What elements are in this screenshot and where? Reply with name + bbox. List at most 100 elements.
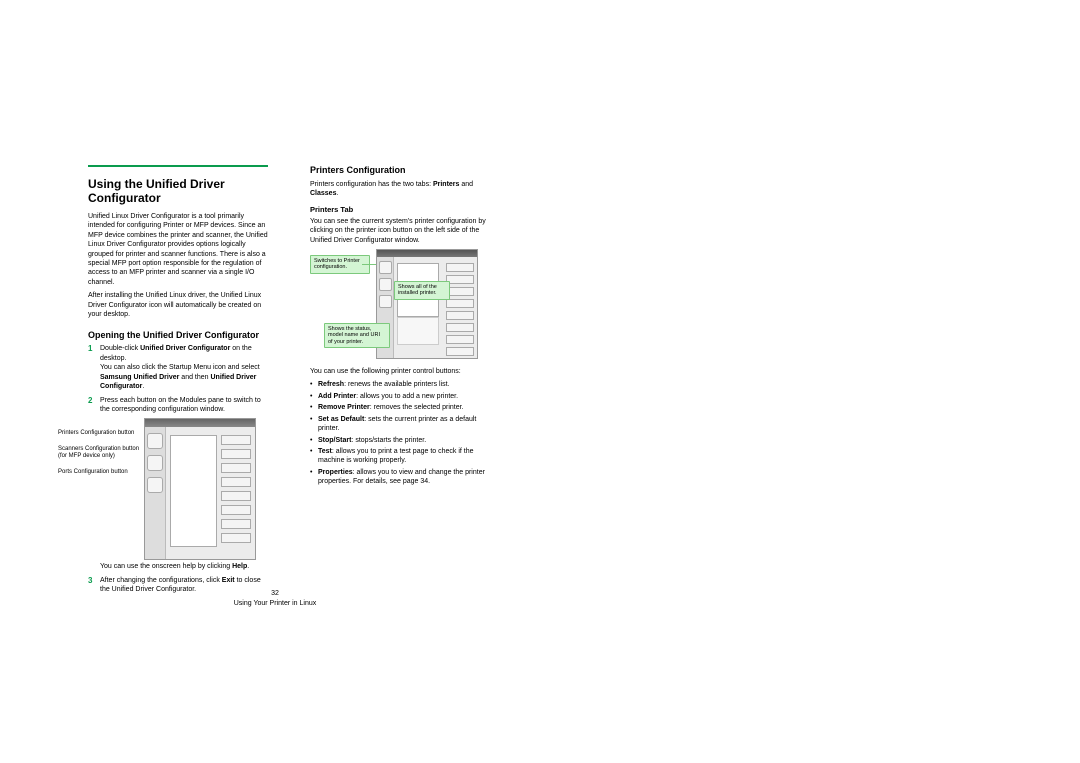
text: . — [142, 383, 144, 390]
mock-button — [221, 463, 251, 473]
text-bold: Add Printer — [318, 393, 356, 400]
text: . — [247, 563, 249, 570]
mock-button — [446, 323, 474, 332]
page: Using the Unified Driver Configurator Un… — [0, 0, 1080, 763]
window-body — [377, 257, 477, 358]
text-bold: Samsung Unified Driver — [100, 374, 179, 381]
text: and — [459, 181, 473, 188]
step-number: 2 — [88, 396, 100, 415]
text-bold: Remove Printer — [318, 404, 370, 411]
intro-para-1: Unified Linux Driver Configurator is a t… — [88, 212, 268, 288]
modules-sidebar — [145, 427, 166, 559]
printer-icon — [379, 261, 392, 274]
mock-button — [446, 287, 474, 296]
text-bold: Refresh — [318, 381, 344, 388]
text: After changing the configurations, click — [100, 577, 222, 584]
text-bold: Set as Default — [318, 416, 364, 423]
list-item: Add Printer: allows you to add a new pri… — [310, 392, 490, 401]
mock-button — [446, 263, 474, 272]
text: You can also click the Startup Menu icon… — [100, 364, 260, 371]
main-pane — [394, 257, 477, 358]
controls-intro: You can use the following printer contro… — [310, 367, 490, 376]
list-item: Stop/Start: stops/starts the printer. — [310, 436, 490, 445]
text: and then — [179, 374, 210, 381]
text-bold: Stop/Start — [318, 437, 351, 444]
text: : allows you to print a test page to che… — [318, 448, 474, 464]
callout-status: Shows the status, model name and URI of … — [324, 323, 390, 348]
mock-button — [221, 449, 251, 459]
list-item: Set as Default: sets the current printer… — [310, 415, 490, 434]
printers-config-heading: Printers Configuration — [310, 165, 490, 176]
printers-tab-screenshot: Switches to Printer configuration. — [310, 249, 490, 359]
window-body — [145, 427, 255, 559]
scanner-icon — [147, 455, 163, 471]
text-bold: Printers — [433, 181, 459, 188]
label-printers: Printers Configuration button — [58, 430, 143, 438]
text-bold: Unified Driver Configurator — [140, 345, 230, 352]
mock-button — [221, 435, 251, 445]
port-icon — [147, 477, 163, 493]
text: Double-click — [100, 345, 140, 352]
left-column: Using the Unified Driver Configurator Un… — [88, 165, 268, 599]
list-item: Properties: allows you to view and chang… — [310, 468, 490, 487]
text-bold: Exit — [222, 577, 235, 584]
printer-icon — [147, 433, 163, 449]
text: : allows you to add a new printer. — [356, 393, 458, 400]
intro-para-2: After installing the Unified Linux drive… — [88, 291, 268, 319]
mock-button — [446, 275, 474, 284]
list-box — [170, 435, 217, 547]
text: You can use the onscreen help by clickin… — [100, 563, 232, 570]
mock-button — [221, 505, 251, 515]
page-number: 32 — [0, 590, 550, 597]
help-note: You can use the onscreen help by clickin… — [88, 562, 268, 571]
text: : stops/starts the printer. — [351, 437, 426, 444]
main-title: Using the Unified Driver Configurator — [88, 177, 268, 206]
mock-button — [221, 477, 251, 487]
mock-button — [446, 311, 474, 320]
mock-button — [446, 299, 474, 308]
mock-button — [446, 335, 474, 344]
titlebar — [145, 419, 255, 427]
text: Printers configuration has the two tabs: — [310, 181, 433, 188]
text-bold: Classes — [310, 190, 336, 197]
window-mock — [376, 249, 478, 359]
text: : renews the available printers list. — [344, 381, 449, 388]
text-bold: Properties — [318, 469, 353, 476]
step-number: 1 — [88, 344, 100, 391]
window-mock — [144, 418, 256, 560]
controls-list: Refresh: renews the available printers l… — [310, 380, 490, 486]
configurator-screenshot: Printers Configuration button Scanners C… — [88, 418, 268, 558]
button-column — [221, 435, 251, 547]
text: : removes the selected printer. — [370, 404, 464, 411]
tabs-para: Printers configuration has the two tabs:… — [310, 180, 490, 199]
port-icon — [379, 295, 392, 308]
printers-tab-heading: Printers Tab — [310, 205, 490, 214]
list-item: Remove Printer: removes the selected pri… — [310, 403, 490, 412]
label-ports: Ports Configuration button — [58, 469, 143, 477]
mock-button — [221, 491, 251, 501]
mock-button — [446, 347, 474, 356]
right-column: Printers Configuration Printers configur… — [310, 165, 490, 491]
scanner-icon — [379, 278, 392, 291]
text-bold: Test — [318, 448, 332, 455]
mock-button — [221, 519, 251, 529]
main-pane — [166, 427, 255, 559]
printers-tab-para: You can see the current system's printer… — [310, 217, 490, 245]
callout-switch: Switches to Printer configuration. — [310, 255, 370, 274]
titlebar — [377, 250, 477, 257]
step-body: Press each button on the Modules pane to… — [100, 396, 268, 415]
button-column — [446, 263, 474, 359]
footer-section: Using Your Printer in Linux — [0, 600, 550, 607]
opening-heading: Opening the Unified Driver Configurator — [88, 330, 268, 341]
step-1: 1 Double-click Unified Driver Configurat… — [88, 344, 268, 391]
callout-installed: Shows all of the installed printer. — [394, 281, 450, 300]
mock-button — [221, 533, 251, 543]
text-bold: Help — [232, 563, 247, 570]
status-box — [397, 317, 439, 345]
text: . — [336, 190, 338, 197]
list-item: Test: allows you to print a test page to… — [310, 447, 490, 466]
step-2: 2 Press each button on the Modules pane … — [88, 396, 268, 415]
list-item: Refresh: renews the available printers l… — [310, 380, 490, 389]
screenshot-labels: Printers Configuration button Scanners C… — [58, 430, 143, 484]
step-body: Double-click Unified Driver Configurator… — [100, 344, 268, 391]
